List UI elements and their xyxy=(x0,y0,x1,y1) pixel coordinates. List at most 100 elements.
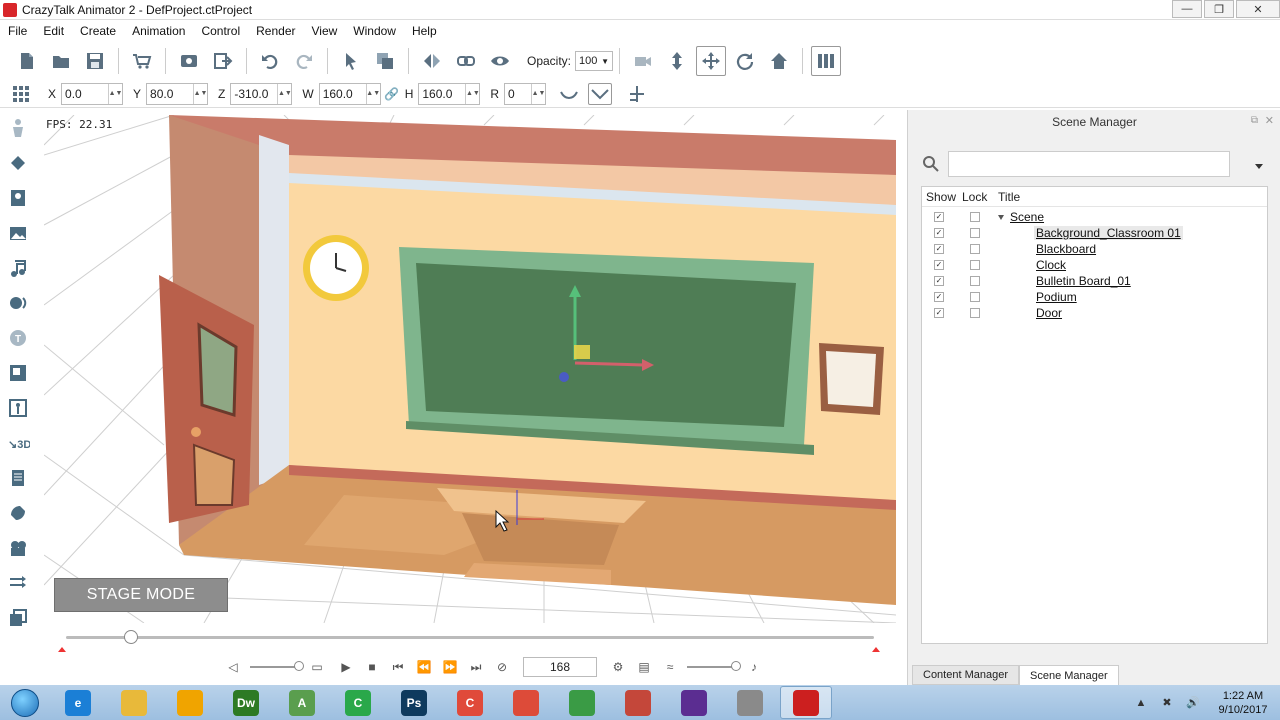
maximize-button[interactable]: ❐ xyxy=(1204,0,1234,18)
tree-row[interactable]: ✓ Clock xyxy=(922,257,1267,273)
lock-checkbox[interactable] xyxy=(970,228,980,238)
spinner-arrows-icon[interactable]: ▲▼ xyxy=(108,83,122,104)
chevron-down-icon[interactable] xyxy=(1255,164,1263,169)
bone-icon[interactable] xyxy=(6,396,30,420)
pin-icon[interactable]: ⧉ xyxy=(1251,115,1258,126)
undo-icon[interactable] xyxy=(255,46,285,76)
lock-ratio-icon[interactable]: 🔗 xyxy=(383,79,401,109)
menu-view[interactable]: View xyxy=(303,24,345,38)
show-checkbox[interactable]: ✓ xyxy=(934,212,944,222)
spinner-arrows-icon[interactable]: ▲▼ xyxy=(531,83,545,104)
tree-row[interactable]: ✓ Door xyxy=(922,305,1267,321)
menu-control[interactable]: Control xyxy=(193,24,248,38)
tab-content-manager[interactable]: Content Manager xyxy=(912,665,1019,685)
speed-icon[interactable]: ≈ xyxy=(660,657,680,677)
minimize-button[interactable]: — xyxy=(1172,0,1202,18)
volume-high-icon[interactable]: ▭ xyxy=(307,657,327,677)
actor-icon[interactable] xyxy=(6,116,30,140)
lock-checkbox[interactable] xyxy=(970,260,980,270)
taskbar-app[interactable]: A xyxy=(276,686,328,719)
show-checkbox[interactable]: ✓ xyxy=(934,276,944,286)
script-icon[interactable] xyxy=(6,466,30,490)
timeline-handle[interactable] xyxy=(123,630,138,644)
speed-handle[interactable] xyxy=(731,661,741,671)
camera-tool-icon[interactable] xyxy=(6,536,30,560)
tray-expand-icon[interactable]: ▲ xyxy=(1133,695,1149,711)
curve-icon[interactable] xyxy=(554,79,584,109)
expand-triangle-icon[interactable] xyxy=(998,214,1004,220)
new-file-icon[interactable] xyxy=(12,46,42,76)
grid-icon[interactable] xyxy=(6,79,36,109)
menu-file[interactable]: File xyxy=(0,24,35,38)
settings-gear-icon[interactable]: ⚙ xyxy=(608,657,628,677)
pivot-icon[interactable] xyxy=(622,79,652,109)
close-button[interactable]: ✕ xyxy=(1236,0,1280,18)
prop-icon[interactable] xyxy=(6,151,30,175)
column-show[interactable]: Show xyxy=(922,190,962,204)
duplicate-icon[interactable] xyxy=(370,46,400,76)
tree-item-label[interactable]: Scene xyxy=(1010,210,1044,224)
taskbar-app[interactable] xyxy=(780,686,832,719)
taskbar-app[interactable] xyxy=(108,686,160,719)
tree-item-label[interactable]: Bulletin Board_01 xyxy=(1036,274,1131,288)
flip-icon[interactable] xyxy=(417,46,447,76)
w-field[interactable]: 160.0 ▲▼ xyxy=(318,82,381,105)
taskbar-app[interactable]: Dw xyxy=(220,686,272,719)
last-frame-icon[interactable]: ⏭ xyxy=(466,657,486,677)
menu-edit[interactable]: Edit xyxy=(35,24,72,38)
menu-window[interactable]: Window xyxy=(345,24,404,38)
taskbar-app[interactable] xyxy=(500,686,552,719)
3d-icon[interactable]: ↘3D xyxy=(6,431,30,455)
music-icon[interactable] xyxy=(6,256,30,280)
menu-create[interactable]: Create xyxy=(72,24,124,38)
search-input[interactable] xyxy=(948,151,1230,177)
export-icon[interactable] xyxy=(208,46,238,76)
tree-item-label[interactable]: Door xyxy=(1036,306,1062,320)
first-frame-icon[interactable]: ⏮ xyxy=(388,657,408,677)
menu-animation[interactable]: Animation xyxy=(124,24,193,38)
effect-icon[interactable] xyxy=(6,501,30,525)
panel-toggle-icon[interactable] xyxy=(811,46,842,76)
layer-icon[interactable] xyxy=(6,606,30,630)
system-clock[interactable]: 1:22 AM 9/10/2017 xyxy=(1214,689,1272,717)
lock-checkbox[interactable] xyxy=(970,212,980,222)
column-title[interactable]: Title xyxy=(998,190,1020,204)
tree-row[interactable]: ✓ Bulletin Board_01 xyxy=(922,273,1267,289)
spinner-arrows-icon[interactable]: ▲▼ xyxy=(465,83,480,104)
menu-render[interactable]: Render xyxy=(248,24,303,38)
lock-checkbox[interactable] xyxy=(970,292,980,302)
music-note-icon[interactable]: ♪ xyxy=(744,657,764,677)
menu-help[interactable]: Help xyxy=(404,24,445,38)
film-icon[interactable]: ▤ xyxy=(634,657,654,677)
previous-frame-icon[interactable]: ⏪ xyxy=(414,657,434,677)
home-icon[interactable] xyxy=(764,46,794,76)
taskbar-app[interactable] xyxy=(556,686,608,719)
y-field[interactable]: 80.0 ▲▼ xyxy=(146,82,209,105)
tree-item-label[interactable]: Podium xyxy=(1036,290,1077,304)
volume-icon[interactable]: 🔊 xyxy=(1185,695,1201,711)
spinner-arrows-icon[interactable]: ▲▼ xyxy=(277,83,292,104)
curve-alt-icon[interactable] xyxy=(588,82,613,105)
tree-row-scene[interactable]: ✓ Scene xyxy=(922,209,1267,225)
voice-icon[interactable] xyxy=(6,291,30,315)
frame-counter-field[interactable]: 168 xyxy=(523,657,597,677)
lock-checkbox[interactable] xyxy=(970,308,980,318)
show-checkbox[interactable]: ✓ xyxy=(934,244,944,254)
timeline-scrubber[interactable] xyxy=(44,625,896,653)
stop-icon[interactable]: ■ xyxy=(362,657,382,677)
h-field[interactable]: 160.0 ▲▼ xyxy=(418,82,481,105)
play-icon[interactable]: ▶ xyxy=(336,657,356,677)
tab-scene-manager[interactable]: Scene Manager xyxy=(1019,665,1119,685)
next-frame-icon[interactable]: ⏩ xyxy=(440,657,460,677)
select-arrow-icon[interactable] xyxy=(336,46,366,76)
show-checkbox[interactable]: ✓ xyxy=(934,292,944,302)
move-all-icon[interactable] xyxy=(696,46,727,76)
content-store-icon[interactable] xyxy=(127,46,157,76)
tree-item-label[interactable]: Clock xyxy=(1036,258,1066,272)
taskbar-app[interactable] xyxy=(612,686,664,719)
text-icon[interactable]: T xyxy=(6,326,30,350)
taskbar-app[interactable] xyxy=(668,686,720,719)
volume-handle[interactable] xyxy=(294,661,304,671)
volume-slider[interactable] xyxy=(250,661,304,671)
motion-icon[interactable] xyxy=(6,571,30,595)
